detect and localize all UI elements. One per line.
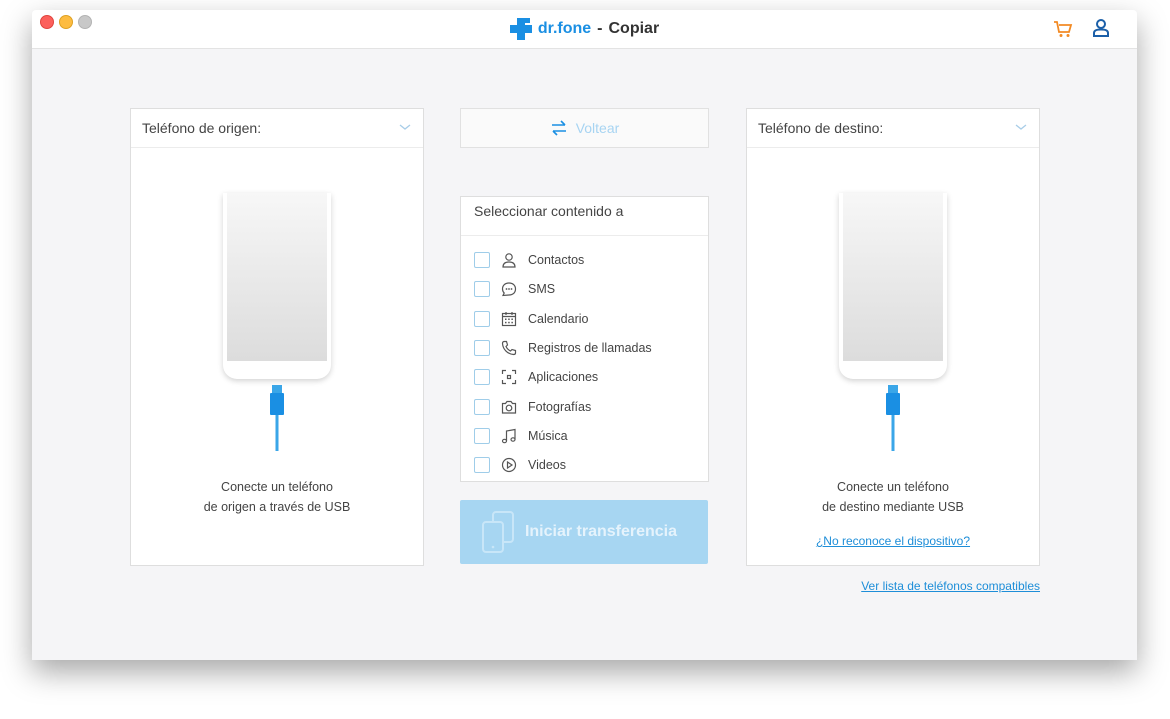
content-item-videos[interactable]: Videos	[474, 455, 566, 475]
source-caption-line1: Conecte un teléfono	[221, 480, 333, 494]
source-phone-illustration	[223, 193, 331, 379]
content-item-contacts[interactable]: Contactos	[474, 250, 584, 270]
phone-icon	[501, 340, 517, 356]
checkbox[interactable]	[474, 369, 490, 385]
device-not-recognized-link[interactable]: ¿No reconoce el dispositivo?	[816, 534, 970, 548]
source-instructions: Conecte un teléfono de origen a través d…	[131, 477, 423, 517]
content-item-label: SMS	[528, 282, 556, 296]
device-help: ¿No reconoce el dispositivo?	[747, 531, 1039, 551]
content-item-music[interactable]: Música	[474, 426, 568, 446]
checkbox[interactable]	[474, 399, 490, 415]
brand-name: dr.fone	[537, 20, 592, 37]
sms-icon	[501, 282, 517, 297]
calendar-icon	[501, 312, 517, 327]
compatible-phones-link[interactable]: Ver lista de teléfonos compatibles	[861, 579, 1040, 593]
content-item-label: Fotografías	[528, 400, 592, 414]
flip-button[interactable]: Voltear	[460, 108, 709, 148]
compatible-phones: Ver lista de teléfonos compatibles	[861, 577, 1040, 595]
start-transfer-label: Iniciar transferencia	[524, 523, 678, 540]
checkbox[interactable]	[474, 428, 490, 444]
module-name: Copiar	[608, 20, 660, 37]
user-icon[interactable]	[1091, 18, 1111, 38]
source-phone-panel: Teléfono de origen: Conecte un teléfono …	[130, 108, 424, 566]
chevron-down-icon	[399, 124, 411, 130]
content-item-label: Videos	[528, 458, 566, 472]
start-transfer-button[interactable]: Iniciar transferencia	[460, 500, 708, 564]
app-window: dr.fone - Copiar Teléfono de origen: Con…	[32, 10, 1137, 660]
swap-arrows-icon	[551, 120, 566, 136]
destination-instructions: Conecte un teléfono de destino mediante …	[747, 477, 1039, 517]
content-item-sms[interactable]: SMS	[474, 279, 555, 299]
content-selection-title: Seleccionar contenido a	[461, 197, 708, 236]
content-item-label: Calendario	[528, 312, 589, 326]
camera-icon	[501, 400, 517, 414]
checkbox[interactable]	[474, 340, 490, 356]
content-item-label: Aplicaciones	[528, 370, 599, 384]
destination-caption-line1: Conecte un teléfono	[837, 480, 949, 494]
checkbox[interactable]	[474, 281, 490, 297]
chevron-down-icon	[1015, 124, 1027, 130]
transfer-phones-icon	[482, 511, 514, 553]
checkbox[interactable]	[474, 311, 490, 327]
usb-cable-icon	[886, 385, 900, 451]
phone-screen	[843, 193, 943, 361]
content-item-call-logs[interactable]: Registros de llamadas	[474, 338, 652, 358]
source-phone-label: Teléfono de origen:	[142, 120, 262, 136]
content-item-calendar[interactable]: Calendario	[474, 309, 588, 329]
title-bar: dr.fone - Copiar	[32, 10, 1137, 49]
app-title: dr.fone - Copiar	[32, 18, 1137, 47]
content-selection-panel: Seleccionar contenido a Contactos SMS Ca…	[460, 196, 709, 482]
destination-phone-illustration	[839, 193, 947, 379]
flip-label: Voltear	[575, 120, 620, 136]
destination-phone-panel: Teléfono de destino: Conecte un teléfono…	[746, 108, 1040, 566]
plus-logo-icon	[509, 18, 532, 40]
checkbox[interactable]	[474, 252, 490, 268]
content-item-label: Contactos	[528, 253, 585, 267]
checkbox[interactable]	[474, 457, 490, 473]
brand-separator: -	[597, 20, 603, 37]
apps-icon	[501, 369, 517, 385]
phone-screen	[227, 193, 327, 361]
destination-phone-selector[interactable]: Teléfono de destino:	[747, 109, 1039, 148]
content-item-label: Registros de llamadas	[528, 341, 652, 355]
usb-cable-icon	[270, 385, 284, 451]
contact-icon	[502, 253, 516, 268]
content-item-label: Música	[528, 429, 568, 443]
source-phone-selector[interactable]: Teléfono de origen:	[131, 109, 423, 148]
cart-icon[interactable]	[1053, 19, 1073, 39]
video-icon	[501, 457, 517, 473]
content-item-apps[interactable]: Aplicaciones	[474, 367, 598, 387]
content-item-photos[interactable]: Fotografías	[474, 397, 591, 417]
destination-phone-label: Teléfono de destino:	[758, 120, 884, 136]
destination-caption-line2: de destino mediante USB	[822, 500, 964, 514]
source-caption-line2: de origen a través de USB	[203, 500, 351, 514]
music-icon	[501, 428, 516, 444]
